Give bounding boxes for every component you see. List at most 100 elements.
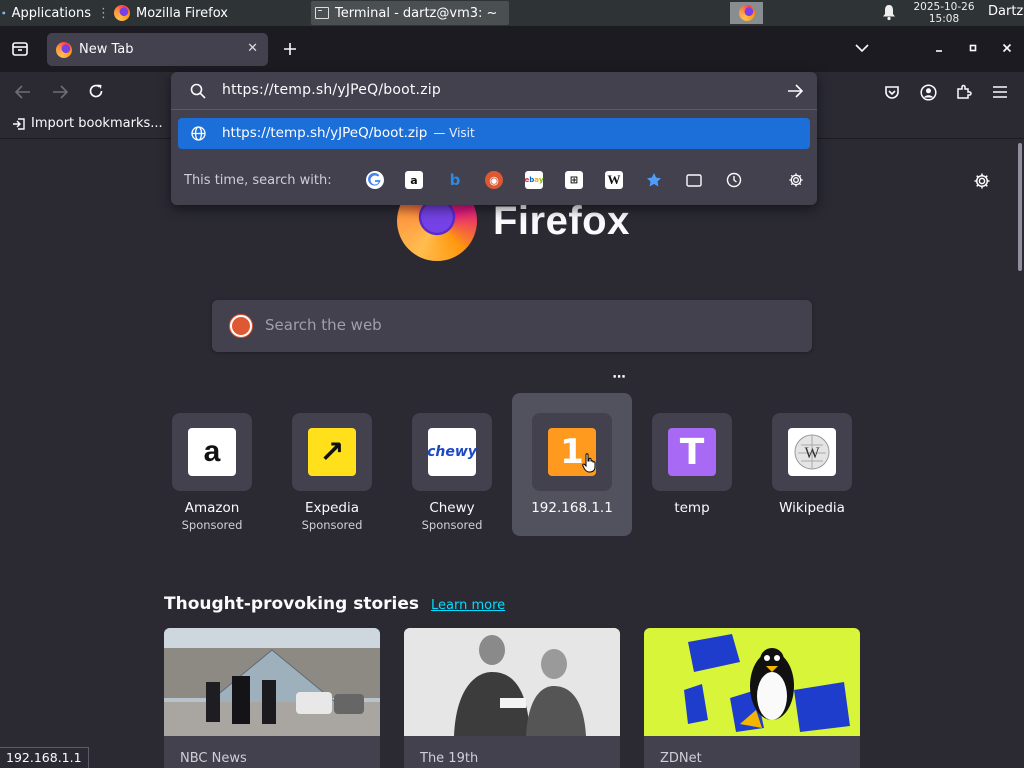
close-window-button[interactable]	[1000, 41, 1014, 55]
import-bookmarks-button[interactable]: Import bookmarks...	[12, 116, 163, 131]
history-icon[interactable]	[725, 171, 743, 189]
taskbar-firefox-label: Mozilla Firefox	[136, 5, 228, 21]
back-button[interactable]	[14, 83, 32, 101]
tile-icon-box: 1	[532, 413, 612, 491]
taskbar-terminal-label: Terminal - dartz@vm3: ~	[335, 5, 498, 21]
urlbar-popup: https://temp.sh/yJPeQ/boot.zip https://t…	[171, 72, 817, 205]
forward-button[interactable]	[51, 83, 69, 101]
story-card[interactable]: The 19th	[404, 628, 620, 768]
search-settings-button[interactable]	[787, 171, 805, 189]
taskbar-terminal-window[interactable]: Terminal - dartz@vm3: ~	[311, 1, 509, 25]
reload-button[interactable]	[87, 82, 105, 100]
tab-new-tab[interactable]: New Tab ✕	[47, 33, 268, 66]
tile-context-menu-button[interactable]: ⋯	[608, 371, 630, 389]
reload-icon	[89, 84, 103, 98]
urlbar-input-row[interactable]: https://temp.sh/yJPeQ/boot.zip	[171, 72, 817, 110]
web-search-box[interactable]: Search the web	[212, 300, 812, 352]
page-scrollbar[interactable]	[1018, 143, 1022, 271]
import-bookmarks-label: Import bookmarks...	[31, 116, 163, 131]
plus-icon	[284, 43, 296, 55]
import-icon	[13, 117, 25, 130]
tab-title: New Tab	[79, 42, 134, 57]
applications-arrow: ⋮	[97, 5, 110, 21]
clock[interactable]: 2025-10-26 15:08	[908, 1, 980, 25]
google-icon[interactable]	[366, 171, 384, 189]
bing-icon[interactable]: b	[446, 171, 464, 189]
chewy-icon: chewy	[427, 428, 477, 476]
chevron-down-icon	[855, 43, 869, 52]
applications-menu[interactable]: Applications ⋮	[2, 0, 110, 26]
shortcut-amazon[interactable]: a Amazon Sponsored	[152, 393, 272, 536]
duckduckgo-icon	[230, 315, 252, 337]
tile-icon-box: T	[652, 413, 732, 491]
story-card[interactable]: ZDNet	[644, 628, 860, 768]
wikipedia-icon: W	[788, 428, 836, 476]
firefox-icon	[56, 41, 72, 58]
tab-close-button[interactable]: ✕	[247, 41, 258, 56]
new-tab-page: Firefox Search the web ⋯ a Amazon Sponso…	[0, 139, 1024, 768]
amazon-icon[interactable]: a	[405, 171, 423, 189]
xfce-icon	[2, 11, 6, 15]
story-card[interactable]: NBC News	[164, 628, 380, 768]
minimize-button[interactable]	[932, 41, 946, 55]
gear-icon	[789, 173, 803, 187]
tile-sponsored-label: Sponsored	[181, 518, 243, 532]
brand-wordmark: Firefox	[493, 198, 630, 243]
tile-title: Wikipedia	[779, 500, 845, 516]
tile-icon-box: ↗	[292, 413, 372, 491]
suggestion-url: https://temp.sh/yJPeQ/boot.zip	[222, 125, 428, 141]
gear-icon	[974, 173, 990, 189]
firefox-view-icon	[12, 42, 28, 56]
new-tab-button[interactable]	[280, 39, 300, 59]
puzzle-icon	[957, 84, 972, 99]
tile-title: temp	[674, 500, 710, 516]
shortcut-chewy[interactable]: chewy Chewy Sponsored	[392, 393, 512, 536]
search-icon	[190, 83, 206, 99]
hand-cursor-icon	[582, 453, 596, 473]
list-all-tabs-button[interactable]	[853, 41, 871, 55]
pocket-button[interactable]	[882, 82, 902, 102]
account-button[interactable]	[918, 82, 938, 102]
ebay-icon[interactable]: ebay	[524, 171, 544, 189]
shortcut-wikipedia[interactable]: W Wikipedia	[752, 393, 872, 536]
minimize-icon	[936, 50, 942, 52]
firefox-icon	[114, 5, 130, 21]
arrow-left-icon	[15, 85, 30, 99]
app-menu-button[interactable]	[990, 82, 1010, 102]
notification-bell-icon[interactable]	[881, 4, 897, 25]
firefox-view-button[interactable]	[10, 40, 30, 58]
hamburger-icon	[993, 86, 1007, 98]
story-source: The 19th	[420, 751, 479, 766]
shortcut-expedia[interactable]: ↗ Expedia Sponsored	[272, 393, 392, 536]
personalize-button[interactable]	[973, 172, 991, 194]
learn-more-link[interactable]: Learn more	[431, 598, 505, 613]
tray-firefox-button[interactable]	[730, 2, 763, 24]
stories-heading: Thought-provoking stories	[164, 594, 420, 614]
one-off-search-label: This time, search with:	[184, 173, 332, 188]
taskbar: Applications ⋮ Mozilla Firefox Terminal …	[0, 0, 1024, 26]
temp-icon: T	[668, 428, 716, 476]
tabs-icon[interactable]	[685, 171, 703, 189]
arrow-right-icon	[53, 85, 68, 99]
expedia-icon: ↗	[308, 428, 356, 476]
go-arrow-icon[interactable]	[787, 84, 803, 98]
urlbar-input[interactable]: https://temp.sh/yJPeQ/boot.zip	[222, 82, 441, 98]
maximize-icon	[969, 44, 977, 52]
user-menu[interactable]: Dartz	[988, 4, 1023, 19]
close-icon	[1002, 43, 1012, 53]
bookmarks-icon[interactable]	[645, 171, 663, 189]
duckduckgo-icon[interactable]: ◉	[485, 171, 503, 189]
extensions-button[interactable]	[954, 82, 974, 102]
story-image-portrait	[404, 628, 620, 736]
amazon-icon: a	[188, 428, 236, 476]
shortcut-temp[interactable]: T temp	[632, 393, 752, 536]
custom-engine-icon[interactable]: ⊞	[565, 171, 583, 189]
suggestion-visit-row[interactable]: https://temp.sh/yJPeQ/boot.zip — Visit	[178, 118, 810, 149]
wikipedia-icon[interactable]: W	[605, 171, 623, 189]
shortcut-192-168-1-1[interactable]: 1 192.168.1.1	[512, 393, 632, 536]
maximize-button[interactable]	[966, 41, 980, 55]
clock-date: 2025-10-26	[913, 1, 975, 13]
taskbar-firefox-window[interactable]: Mozilla Firefox	[114, 0, 304, 26]
screen: Applications ⋮ Mozilla Firefox Terminal …	[0, 0, 1024, 768]
suggestion-text: https://temp.sh/yJPeQ/boot.zip — Visit	[222, 125, 475, 141]
